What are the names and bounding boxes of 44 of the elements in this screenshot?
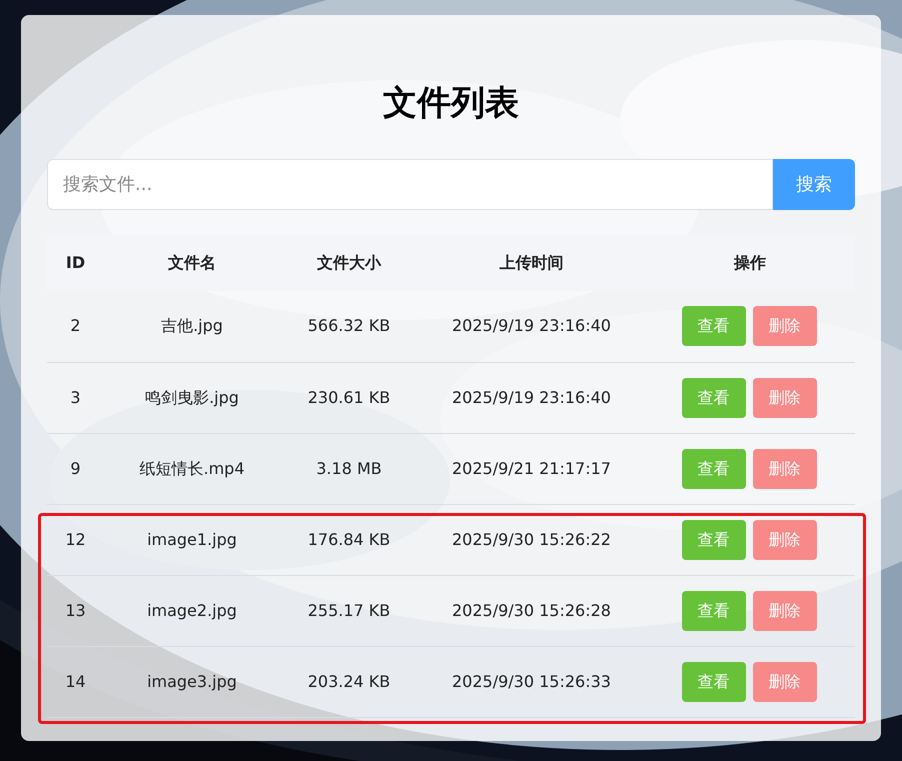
table-cell: 566.32 KB (308, 316, 390, 336)
view-button[interactable]: 查看 (682, 520, 746, 560)
column-header: 操作 (734, 253, 766, 272)
column-header: 上传时间 (500, 253, 564, 272)
table-cell: 3 (70, 388, 81, 406)
column-header: ID (66, 253, 86, 272)
delete-button[interactable]: 删除 (752, 590, 816, 630)
table-cell: 255.17 KB (308, 600, 390, 620)
search-field[interactable]: 搜索文件... (47, 159, 773, 210)
view-button[interactable]: 查看 (682, 378, 746, 418)
table-cell: 2025/9/30 15:26:33 (452, 672, 611, 690)
table-cell: 2025/9/30 15:26:22 (452, 530, 611, 548)
table-cell: 12 (65, 530, 86, 548)
delete-button[interactable]: 删除 (752, 306, 816, 346)
table-cell: 3.18 MB (316, 458, 382, 478)
table-cell: 203.24 KB (308, 672, 390, 690)
table-cell: 2025/9/19 23:16:40 (452, 388, 611, 406)
delete-button[interactable]: 删除 (752, 378, 816, 418)
table-cell: 鸣剑曳影.jpg (145, 388, 239, 406)
view-button[interactable]: 查看 (682, 448, 746, 488)
table-cell: 2025/9/30 15:26:28 (452, 600, 611, 620)
table-cell: 2025/9/21 21:17:17 (452, 458, 611, 478)
table-cell: 9 (70, 458, 81, 478)
page-title: 文件列表 (382, 82, 520, 125)
view-button[interactable]: 查看 (682, 590, 746, 630)
view-button[interactable]: 查看 (682, 306, 746, 346)
table-cell: image2.jpg (147, 600, 237, 620)
column-header: 文件名 (168, 253, 216, 272)
table-cell: 14 (65, 672, 86, 690)
table-cell: 2 (70, 316, 81, 336)
table-cell: 2025/9/19 23:16:40 (452, 316, 611, 336)
table-cell: image1.jpg (147, 530, 237, 548)
delete-button[interactable]: 删除 (752, 662, 816, 702)
view-button[interactable]: 查看 (682, 662, 746, 702)
delete-button[interactable]: 删除 (752, 520, 816, 560)
table-cell: 纸短情长.mp4 (139, 458, 244, 478)
search-button[interactable]: 搜索 (773, 159, 855, 210)
table-cell: 230.61 KB (308, 388, 390, 406)
table-cell: image3.jpg (147, 672, 237, 690)
table-cell: 13 (65, 600, 86, 620)
delete-button[interactable]: 删除 (752, 448, 816, 488)
table-cell: 176.84 KB (308, 530, 390, 548)
table-cell: 吉他.jpg (161, 316, 223, 336)
column-header: 文件大小 (317, 253, 381, 272)
